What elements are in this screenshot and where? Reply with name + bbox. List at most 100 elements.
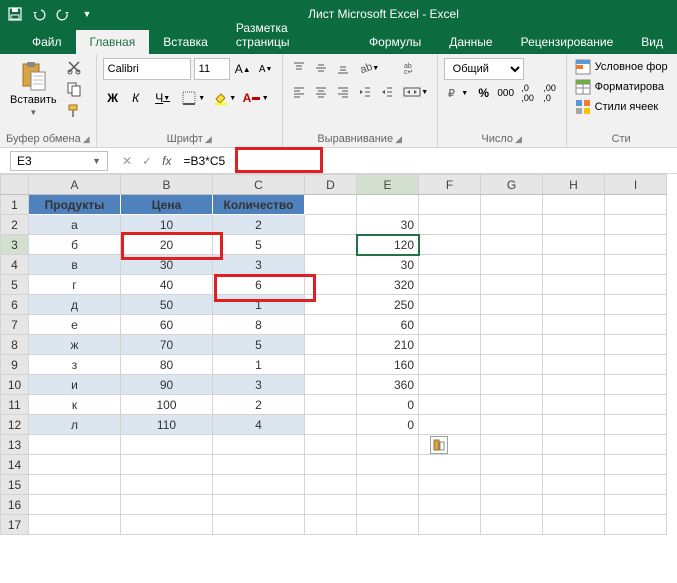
cell-H15[interactable] [543,475,605,495]
cell-B2[interactable]: 10 [121,215,213,235]
cell-A13[interactable] [29,435,121,455]
cell-D4[interactable] [305,255,357,275]
cell-C6[interactable]: 1 [213,295,305,315]
clipboard-launcher-icon[interactable]: ◢ [83,134,90,145]
cell-F13[interactable] [419,435,481,455]
increase-font-icon[interactable]: A▲ [233,59,253,79]
cell-F5[interactable] [419,275,481,295]
cell-D3[interactable] [305,235,357,255]
cell-I7[interactable] [605,315,667,335]
cell-B7[interactable]: 60 [121,315,213,335]
cell-G17[interactable] [481,515,543,535]
row-header-8[interactable]: 8 [1,335,29,355]
increase-indent-icon[interactable] [377,82,397,102]
cell-D8[interactable] [305,335,357,355]
cell-D12[interactable] [305,415,357,435]
cell-I8[interactable] [605,335,667,355]
cell-C16[interactable] [213,495,305,515]
cell-A17[interactable] [29,515,121,535]
cell-G9[interactable] [481,355,543,375]
cell-G5[interactable] [481,275,543,295]
format-as-table-button[interactable]: Форматирова [573,78,670,96]
cell-E5[interactable]: 320 [357,275,419,295]
cell-C7[interactable]: 8 [213,315,305,335]
increase-decimal-icon[interactable]: ,0,00 [518,83,538,103]
tab-review[interactable]: Рецензирование [507,30,628,54]
cell-A9[interactable]: з [29,355,121,375]
cell-G4[interactable] [481,255,543,275]
border-icon[interactable]: ▼ [180,88,208,108]
cell-H4[interactable] [543,255,605,275]
cell-H9[interactable] [543,355,605,375]
row-header-17[interactable]: 17 [1,515,29,535]
cell-E17[interactable] [357,515,419,535]
cell-A3[interactable]: б [29,235,121,255]
cell-B11[interactable]: 100 [121,395,213,415]
cell-C10[interactable]: 3 [213,375,305,395]
bold-icon[interactable]: Ж [103,88,123,108]
enter-formula-icon[interactable]: ✓ [142,154,152,168]
row-header-5[interactable]: 5 [1,275,29,295]
align-middle-icon[interactable] [311,58,331,78]
cell-G14[interactable] [481,455,543,475]
row-header-15[interactable]: 15 [1,475,29,495]
cell-F3[interactable] [419,235,481,255]
cell-H16[interactable] [543,495,605,515]
cell-B16[interactable] [121,495,213,515]
cell-I4[interactable] [605,255,667,275]
cell-D5[interactable] [305,275,357,295]
cell-B10[interactable]: 90 [121,375,213,395]
cell-F4[interactable] [419,255,481,275]
cell-H17[interactable] [543,515,605,535]
fx-icon[interactable]: fx [162,154,171,168]
cell-E4[interactable]: 30 [357,255,419,275]
tab-file[interactable]: Файл [18,30,76,54]
decrease-font-icon[interactable]: A▼ [256,59,276,79]
cell-D13[interactable] [305,435,357,455]
number-launcher-icon[interactable]: ◢ [515,134,522,145]
col-header-I[interactable]: I [605,175,667,195]
cell-H6[interactable] [543,295,605,315]
cell-C11[interactable]: 2 [213,395,305,415]
cell-G7[interactable] [481,315,543,335]
tab-home[interactable]: Главная [76,30,150,54]
cell-B6[interactable]: 50 [121,295,213,315]
cell-A2[interactable]: а [29,215,121,235]
cell-F6[interactable] [419,295,481,315]
name-box[interactable]: E3 ▼ [10,151,108,171]
cell-B13[interactable] [121,435,213,455]
cell-C15[interactable] [213,475,305,495]
cell-A14[interactable] [29,455,121,475]
cell-I10[interactable] [605,375,667,395]
cell-I2[interactable] [605,215,667,235]
redo-icon[interactable] [54,5,72,23]
cell-C9[interactable]: 1 [213,355,305,375]
paste-options-icon[interactable] [430,436,448,454]
col-header-A[interactable]: A [29,175,121,195]
cell-G11[interactable] [481,395,543,415]
cell-B15[interactable] [121,475,213,495]
align-top-icon[interactable] [289,58,309,78]
cell-B1[interactable]: Цена [121,195,213,215]
cell-G15[interactable] [481,475,543,495]
cell-C14[interactable] [213,455,305,475]
cell-G16[interactable] [481,495,543,515]
cell-F14[interactable] [419,455,481,475]
cell-C12[interactable]: 4 [213,415,305,435]
cell-A7[interactable]: е [29,315,121,335]
cell-E12[interactable]: 0 [357,415,419,435]
col-header-B[interactable]: B [121,175,213,195]
underline-icon[interactable]: Ч ▼ [149,88,177,108]
cell-C17[interactable] [213,515,305,535]
cell-E13[interactable] [357,435,419,455]
font-launcher-icon[interactable]: ◢ [205,134,212,145]
cancel-formula-icon[interactable]: ✕ [122,154,132,168]
cell-styles-button[interactable]: Стили ячеек [573,98,670,116]
row-header-2[interactable]: 2 [1,215,29,235]
row-header-3[interactable]: 3 [1,235,29,255]
cell-F9[interactable] [419,355,481,375]
cell-G13[interactable] [481,435,543,455]
decrease-decimal-icon[interactable]: ,00,0 [540,83,560,103]
tab-view[interactable]: Вид [627,30,677,54]
font-color-icon[interactable]: А▼ [242,88,270,108]
